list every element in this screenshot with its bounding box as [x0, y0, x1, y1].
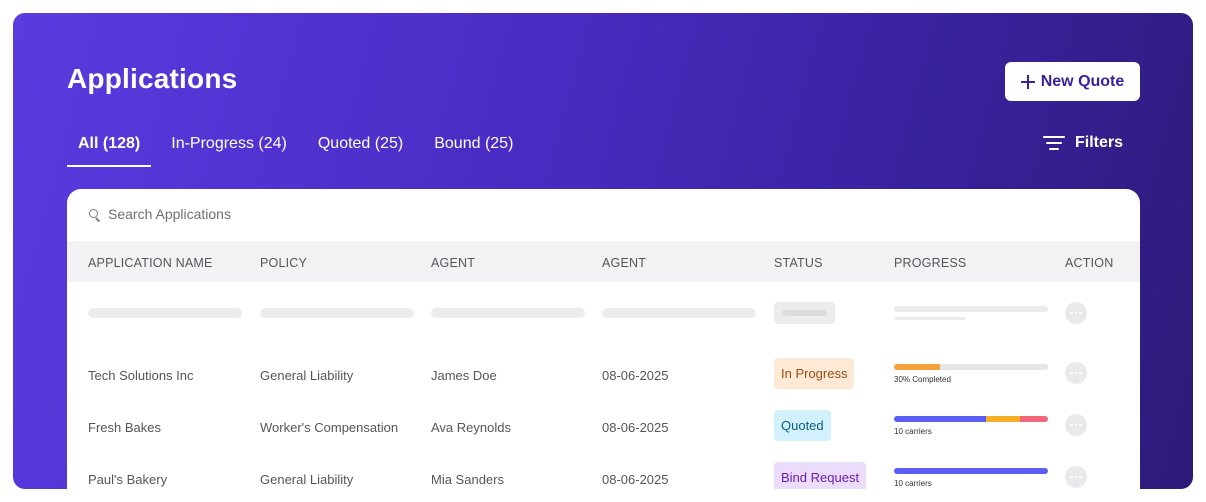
- column-header-progress: PROGRESS: [894, 256, 967, 270]
- date: 08-06-2025: [602, 368, 669, 383]
- column-header-application-name: APPLICATION NAME: [88, 256, 213, 270]
- skeleton-bar: [602, 308, 756, 318]
- more-actions-icon[interactable]: [1065, 466, 1087, 488]
- table-header: APPLICATION NAME POLICY AGENT AGENT STAT…: [67, 241, 1140, 282]
- applications-panel: Applications New Quote All (128) In-Prog…: [13, 13, 1193, 489]
- search-placeholder: Search Applications: [108, 206, 231, 222]
- table-row[interactable]: Fresh Bakes Worker's Compensation Ava Re…: [67, 399, 1140, 441]
- skeleton-badge: [774, 302, 835, 324]
- column-header-agent-date: AGENT: [602, 256, 647, 270]
- progress-segment: [986, 416, 1021, 422]
- progress-segment: [940, 364, 1048, 370]
- policy: General Liability: [260, 472, 354, 487]
- tab-bound[interactable]: Bound (25): [423, 131, 524, 165]
- progress-segment: [894, 416, 987, 422]
- column-header-action: ACTION: [1065, 256, 1114, 270]
- skeleton-bar: [894, 317, 966, 320]
- filters-label: Filters: [1075, 134, 1124, 151]
- agent: Mia Sanders: [431, 472, 504, 487]
- status-badge: Bind Request: [774, 462, 867, 489]
- progress-segment: [894, 364, 941, 370]
- plus-icon: [1020, 74, 1035, 89]
- filter-icon: [1043, 135, 1065, 151]
- tab-in-progress[interactable]: In-Progress (24): [160, 131, 298, 165]
- progress-segment: [1020, 416, 1048, 422]
- date: 08-06-2025: [602, 420, 669, 435]
- skeleton-row: [67, 302, 1140, 343]
- progress-caption: 30% Completed: [894, 375, 951, 384]
- policy: General Liability: [260, 368, 354, 383]
- skeleton-bar: [260, 308, 414, 318]
- agent: Ava Reynolds: [431, 420, 511, 435]
- new-quote-button[interactable]: New Quote: [1005, 62, 1140, 101]
- policy: Worker's Compensation: [260, 420, 399, 435]
- application-name: Paul's Bakery: [88, 472, 168, 487]
- page-title: Applications: [67, 63, 238, 94]
- filters-button[interactable]: Filters: [1043, 134, 1123, 152]
- skeleton-bar: [88, 308, 242, 318]
- table-row[interactable]: Paul's Bakery General Liability Mia Sand…: [67, 451, 1140, 489]
- applications-table-card: Search Applications APPLICATION NAME POL…: [67, 189, 1140, 489]
- status-badge: Quoted: [774, 410, 831, 441]
- tab-quoted[interactable]: Quoted (25): [307, 131, 414, 165]
- new-quote-label: New Quote: [1040, 72, 1125, 90]
- skeleton-bar: [894, 306, 1048, 312]
- column-header-policy: POLICY: [260, 256, 308, 270]
- application-name: Fresh Bakes: [88, 420, 161, 435]
- more-actions-icon[interactable]: [1065, 362, 1087, 384]
- column-header-agent: AGENT: [431, 256, 476, 270]
- status-badge: In Progress: [774, 358, 855, 389]
- skeleton-bar: [431, 308, 585, 318]
- search-icon: [89, 208, 100, 220]
- progress-segment: [894, 468, 1048, 474]
- column-header-status: STATUS: [774, 256, 823, 270]
- more-actions-icon[interactable]: [1065, 302, 1087, 324]
- tab-all[interactable]: All (128): [67, 131, 152, 167]
- more-actions-icon[interactable]: [1065, 414, 1087, 436]
- search-input[interactable]: Search Applications: [89, 206, 231, 222]
- date: 08-06-2025: [602, 472, 669, 487]
- table-row[interactable]: Tech Solutions Inc General Liability Jam…: [67, 347, 1140, 389]
- application-name: Tech Solutions Inc: [88, 368, 194, 383]
- status-tabs: All (128) In-Progress (24) Quoted (25) B…: [67, 131, 533, 167]
- agent: James Doe: [431, 368, 497, 383]
- progress-caption: 10 carriers: [894, 427, 932, 436]
- progress-caption: 10 carriers: [894, 479, 932, 488]
- progress-bar: [894, 416, 1048, 422]
- progress-bar: [894, 364, 1048, 370]
- progress-bar: [894, 468, 1048, 474]
